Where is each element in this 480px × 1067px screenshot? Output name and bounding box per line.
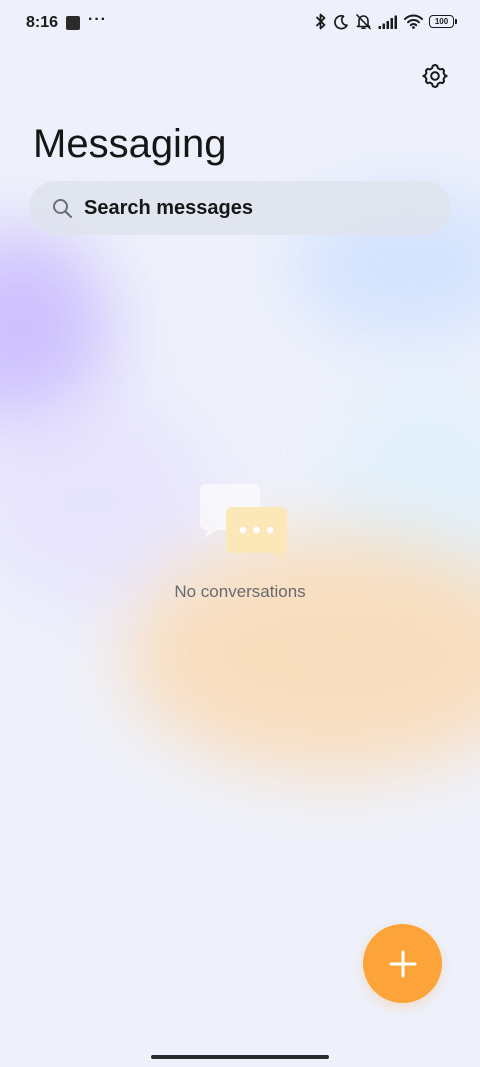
new-conversation-button[interactable] [363,924,442,1003]
status-time: 8:16 [26,14,59,31]
moon-icon [334,14,348,29]
battery-icon: 100 [429,15,457,28]
settings-button[interactable] [418,59,452,93]
wifi-icon [404,14,423,29]
gear-icon [422,63,448,89]
more-notifications-icon: ··· [88,11,107,28]
battery-level: 100 [434,16,449,26]
search-input[interactable]: Search messages [84,197,253,220]
page-title: Messaging [33,122,227,166]
plus-icon [389,950,416,977]
status-bar: 8:16 ··· 100 [0,0,480,48]
search-icon [51,197,73,219]
empty-state-message: No conversations [174,582,306,601]
app-notification-icon [66,16,80,30]
empty-state: No conversations [140,482,340,602]
chat-bubbles-icon [200,484,287,562]
home-indicator[interactable] [151,1055,329,1059]
bell-off-icon [356,14,371,30]
bluetooth-icon [316,13,326,30]
status-icons: 100 [315,13,457,30]
search-bar[interactable]: Search messages [29,181,451,235]
signal-icon [378,15,397,29]
